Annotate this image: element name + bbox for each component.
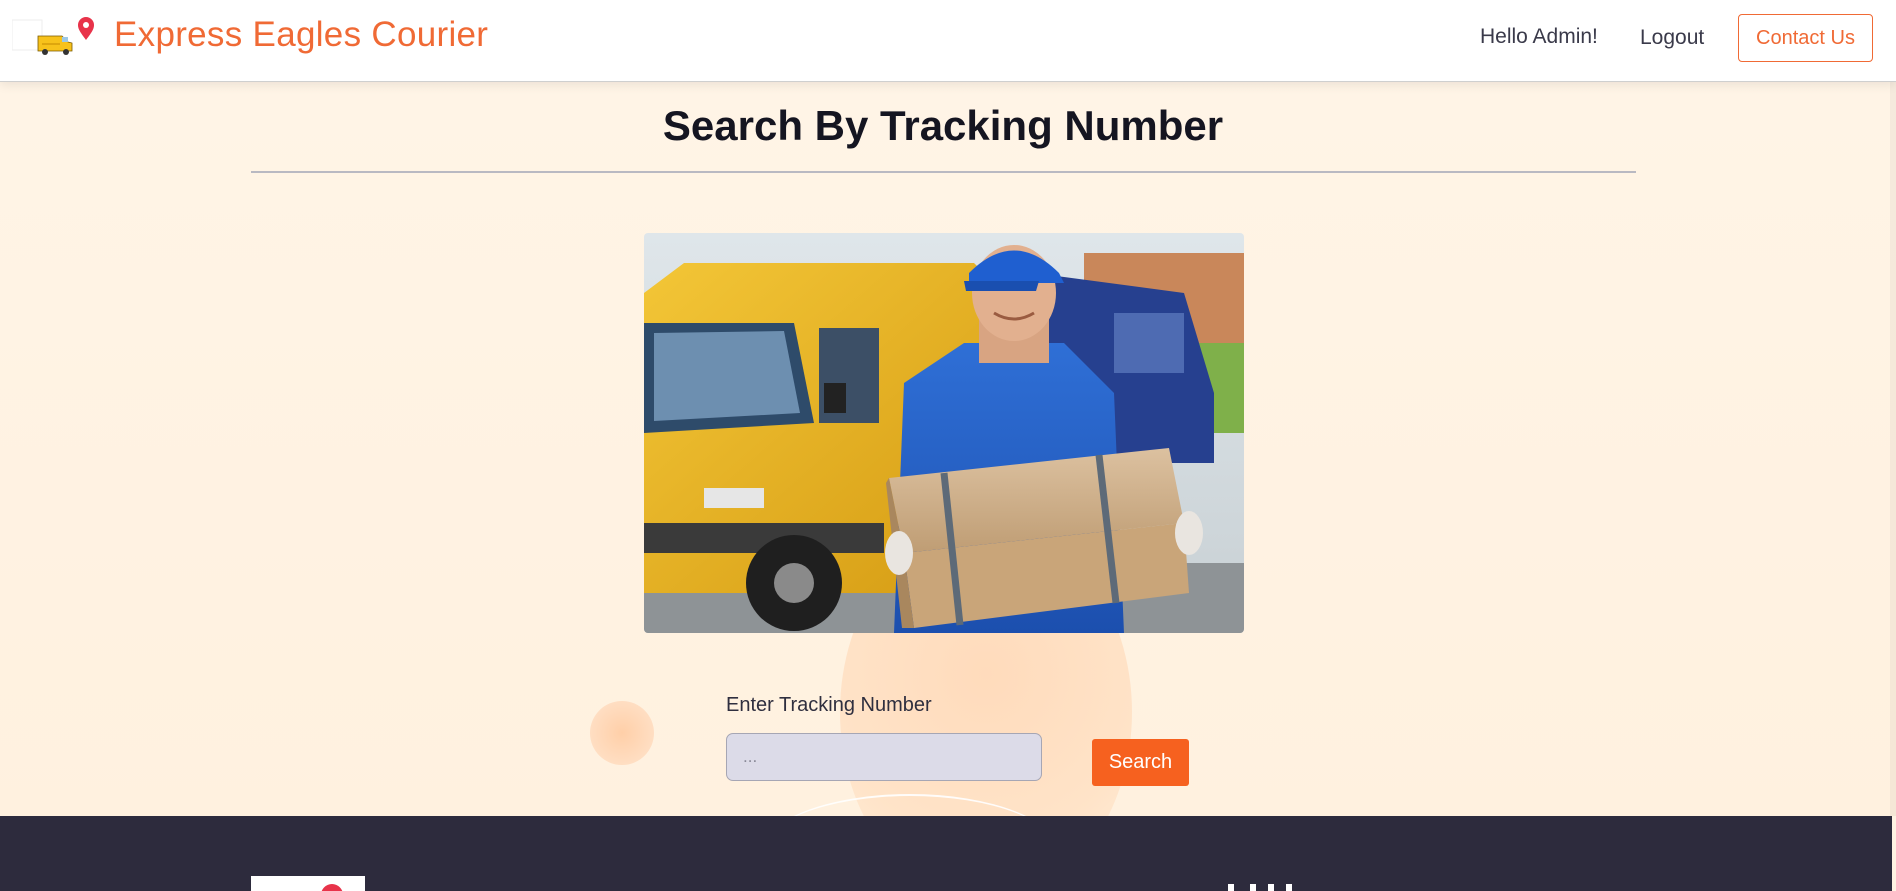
logout-link[interactable]: Logout	[1640, 26, 1704, 50]
search-button[interactable]: Search	[1092, 739, 1189, 786]
top-navbar: Express Eagles Courier Hello Admin! Logo…	[0, 0, 1896, 82]
tracking-number-input[interactable]	[726, 733, 1042, 781]
page-scrollbar[interactable]	[1890, 82, 1896, 816]
decorative-bubble	[590, 701, 654, 765]
brand-logo-icon[interactable]	[11, 16, 96, 56]
page-title: Search By Tracking Number	[662, 102, 1224, 149]
location-pin-icon	[316, 879, 348, 891]
footer-heading-cutoff	[1228, 884, 1328, 891]
user-greeting: Hello Admin!	[1480, 25, 1598, 48]
main-content: Search By Tracking Number Enter Tracking…	[0, 82, 1896, 816]
contact-us-button[interactable]: Contact Us	[1738, 14, 1873, 62]
title-divider	[251, 171, 1636, 173]
tracking-number-label: Enter Tracking Number	[726, 694, 932, 716]
footer-brand-logo-icon[interactable]	[251, 876, 365, 891]
courier-hero-image	[644, 233, 1244, 633]
footer	[0, 816, 1892, 891]
brand-name[interactable]: Express Eagles Courier	[114, 15, 488, 55]
